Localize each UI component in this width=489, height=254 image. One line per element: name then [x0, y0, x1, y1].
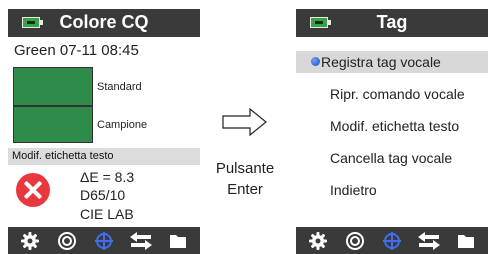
target-icon[interactable]	[343, 230, 367, 252]
selected-bullet-icon	[311, 57, 320, 66]
swap-arrows-icon[interactable]	[417, 230, 441, 252]
menu-item-label: Indietro	[330, 182, 377, 198]
standard-swatch	[13, 67, 93, 106]
gear-icon[interactable]	[306, 230, 330, 252]
crosshair-icon[interactable]	[380, 230, 404, 252]
menu-item-edit-text-label[interactable]: Modif. etichetta testo	[296, 115, 488, 137]
delta-e-value: ΔE = 8.3	[80, 169, 135, 185]
swap-arrows-icon[interactable]	[129, 230, 153, 252]
illuminant-observer: D65/10	[80, 187, 126, 203]
sample-label: Campione	[97, 119, 148, 131]
menu-item-label: Cancella tag vocale	[330, 150, 453, 166]
menu-item-label: Ripr. comando vocale	[330, 86, 465, 102]
title-bar: Colore CQ	[8, 9, 200, 37]
target-icon[interactable]	[55, 230, 79, 252]
gear-icon[interactable]	[18, 230, 42, 252]
bottom-toolbar	[296, 227, 488, 254]
screen-title: Colore CQ	[59, 12, 149, 32]
color-space: CIE LAB	[80, 206, 134, 222]
menu-item-label: Modif. etichetta testo	[330, 118, 460, 134]
menu-item-replay-voice-command[interactable]: Ripr. comando vocale	[296, 83, 488, 105]
crosshair-icon[interactable]	[92, 230, 116, 252]
menu-item-record-voice-tag[interactable]: Registra tag vocale	[296, 51, 488, 73]
tag-menu-screen: Tag Registra tag vocale Ripr. comando vo…	[296, 9, 488, 254]
menu-item-label: Registra tag vocale	[321, 54, 441, 70]
menu-item-back[interactable]: Indietro	[296, 179, 488, 201]
enter-button-label-line1: Pulsante	[215, 160, 275, 177]
fail-x-icon	[16, 173, 50, 207]
folder-icon[interactable]	[166, 230, 190, 252]
qc-color-screen: Colore CQ Green 07-11 08:45 Standard Cam…	[8, 9, 200, 254]
folder-icon[interactable]	[454, 230, 478, 252]
bottom-toolbar	[8, 227, 200, 254]
title-bar: Tag	[296, 9, 488, 37]
right-arrow-icon	[222, 108, 267, 136]
sample-swatch	[13, 106, 93, 143]
standard-label: Standard	[97, 81, 142, 93]
sample-name-timestamp: Green 07-11 08:45	[14, 42, 139, 59]
enter-button-label-line2: Enter	[227, 181, 263, 198]
menu-item-delete-voice-tag[interactable]: Cancella tag vocale	[296, 147, 488, 169]
screen-title: Tag	[376, 12, 408, 32]
edit-text-label-option[interactable]: Modif. etichetta testo	[8, 148, 200, 165]
